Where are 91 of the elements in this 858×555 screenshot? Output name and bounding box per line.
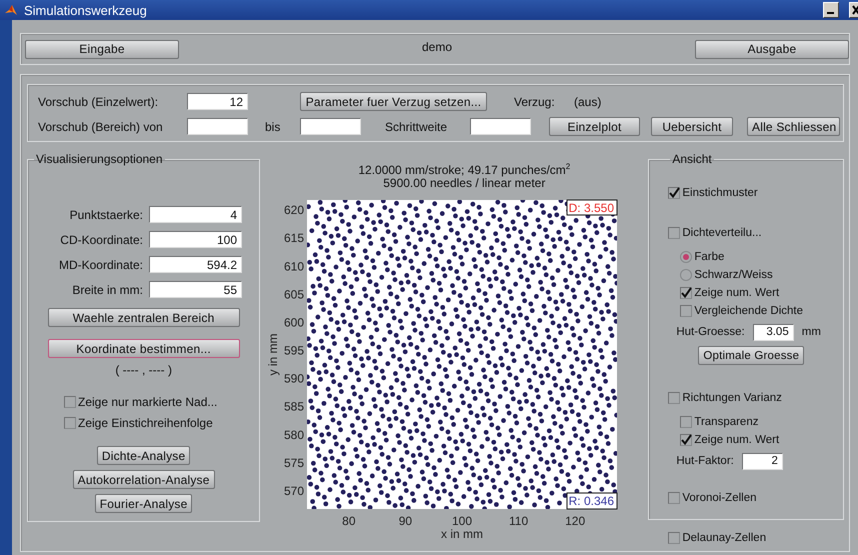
- field-label: Vorschub (Einzelwert):: [38, 94, 160, 108]
- y-tick-label: 615: [284, 231, 304, 246]
- checkbox-label: Zeige nur markierte Nad...: [78, 394, 218, 408]
- close-button[interactable]: [849, 2, 858, 18]
- radio-button[interactable]: [680, 269, 692, 281]
- field-label: Breite in mm:: [71, 282, 144, 296]
- x-tick-label: 90: [399, 514, 412, 528]
- checkbox[interactable]: [680, 305, 692, 317]
- status-value: (aus): [574, 94, 602, 108]
- action-button[interactable]: Einzelplot: [549, 117, 640, 136]
- input-field[interactable]: 4: [149, 206, 242, 223]
- y-tick-label: 590: [284, 372, 304, 386]
- x-tick-label: 80: [342, 514, 356, 528]
- app-logo-icon: [4, 3, 18, 17]
- field-label: CD-Koordinate:: [59, 232, 144, 246]
- density-value-label: D: 3.550: [566, 200, 618, 216]
- checkbox-label: Einstichmuster: [682, 187, 758, 199]
- panel-title: Ansicht: [671, 152, 713, 166]
- ratio-value-label: R: 0.346: [566, 492, 618, 510]
- checkbox[interactable]: [680, 416, 692, 428]
- y-tick-label: 595: [284, 344, 304, 358]
- checkbox-label: Zeige num. Wert: [694, 287, 780, 299]
- input-field[interactable]: 100: [149, 231, 242, 248]
- radio-label: Schwarz/Weiss: [694, 269, 773, 281]
- checkbox[interactable]: [668, 187, 680, 199]
- project-name: demo: [420, 40, 454, 54]
- checkbox-label: Transparenz: [694, 416, 758, 428]
- analysis-button[interactable]: Autokorrelation-Analyse: [72, 470, 215, 489]
- analysis-button[interactable]: Dichte-Analyse: [96, 446, 190, 465]
- plot-title: 5900.00 needles / linear meter: [382, 177, 546, 190]
- checkbox[interactable]: [64, 396, 76, 408]
- x-tick-label: 110: [509, 514, 528, 528]
- y-tick-label: 610: [284, 259, 304, 274]
- checkbox-label: Vergleichende Dichte: [694, 304, 804, 318]
- field-label: MD-Koordinate:: [58, 258, 144, 272]
- panel-title: Visualisierungsoptionen: [35, 152, 164, 166]
- y-tick-label: 600: [284, 315, 304, 330]
- y-tick-label: 605: [284, 287, 304, 302]
- checkbox[interactable]: [680, 434, 692, 446]
- input-field[interactable]: 55: [149, 281, 242, 298]
- checkbox[interactable]: [668, 392, 680, 404]
- y-tick-label: 580: [284, 428, 304, 442]
- y-tick-label: 620: [284, 203, 304, 218]
- minimize-button[interactable]: [823, 2, 839, 18]
- checkbox-label: Dichteverteilu...: [682, 227, 762, 239]
- action-button[interactable]: Optimale Groesse: [698, 346, 804, 365]
- radio-label: Farbe: [694, 251, 724, 263]
- checkbox-label: Richtungen Varianz: [682, 392, 782, 404]
- checkbox[interactable]: [668, 532, 680, 544]
- checkbox-label: Voronoi-Zellen: [682, 492, 756, 504]
- analysis-button[interactable]: Fourier-Analyse: [94, 494, 192, 513]
- radio-button[interactable]: [680, 251, 692, 263]
- checkbox[interactable]: [668, 492, 680, 504]
- checkbox-label: Zeige Einstichreihenfolge: [78, 416, 213, 430]
- input-field[interactable]: 2: [742, 452, 783, 470]
- plot-title: 12.0000 mm/stroke; 49.17 punches/cm$^{2}$: [358, 164, 570, 177]
- unit-label: mm: [802, 326, 821, 338]
- input-field[interactable]: [187, 118, 248, 135]
- input-button[interactable]: Eingabe: [25, 40, 179, 58]
- window-title: Simulationswerkzeug: [24, 2, 148, 18]
- field-label: Vorschub (Bereich) von: [38, 120, 164, 134]
- x-tick-label: 100: [452, 514, 472, 528]
- status-label: Verzug:: [514, 94, 556, 108]
- y-tick-label: 575: [284, 456, 304, 470]
- x-tick-label: 120: [565, 514, 586, 528]
- input-field[interactable]: 3.05: [752, 324, 794, 340]
- output-button[interactable]: Ausgabe: [695, 40, 849, 58]
- y-tick-label: 570: [284, 484, 304, 498]
- input-field[interactable]: [300, 118, 361, 135]
- action-button[interactable]: Alle Schliessen: [747, 117, 840, 136]
- field-label: Hut-Groesse:: [676, 326, 745, 338]
- checkbox[interactable]: [64, 416, 76, 428]
- field-label: Schrittweite: [385, 120, 448, 134]
- action-button[interactable]: Waehle zentralen Bereich: [48, 308, 240, 327]
- field-label: Punktstaerke:: [68, 208, 144, 222]
- checkbox[interactable]: [680, 287, 692, 299]
- input-field[interactable]: [470, 118, 531, 135]
- checkbox-label: Zeige num. Wert: [694, 434, 780, 446]
- checkbox[interactable]: [668, 227, 680, 239]
- y-axis-label: y in mm: [267, 334, 280, 376]
- y-tick-label: 585: [284, 400, 304, 414]
- checkbox-label: Delaunay-Zellen: [682, 532, 766, 544]
- field-label: Hut-Faktor:: [676, 455, 734, 467]
- x-axis-label: x in mm: [441, 527, 484, 541]
- input-field[interactable]: 12: [187, 93, 248, 110]
- action-button[interactable]: Uebersicht: [651, 117, 733, 136]
- action-button[interactable]: Koordinate bestimmen...: [48, 339, 240, 358]
- action-button[interactable]: Parameter fuer Verzug setzen...: [300, 92, 487, 111]
- coordinate-readout: ( ---- , ---- ): [114, 363, 173, 377]
- field-label: bis: [265, 120, 282, 134]
- input-field[interactable]: 594.2: [149, 256, 242, 273]
